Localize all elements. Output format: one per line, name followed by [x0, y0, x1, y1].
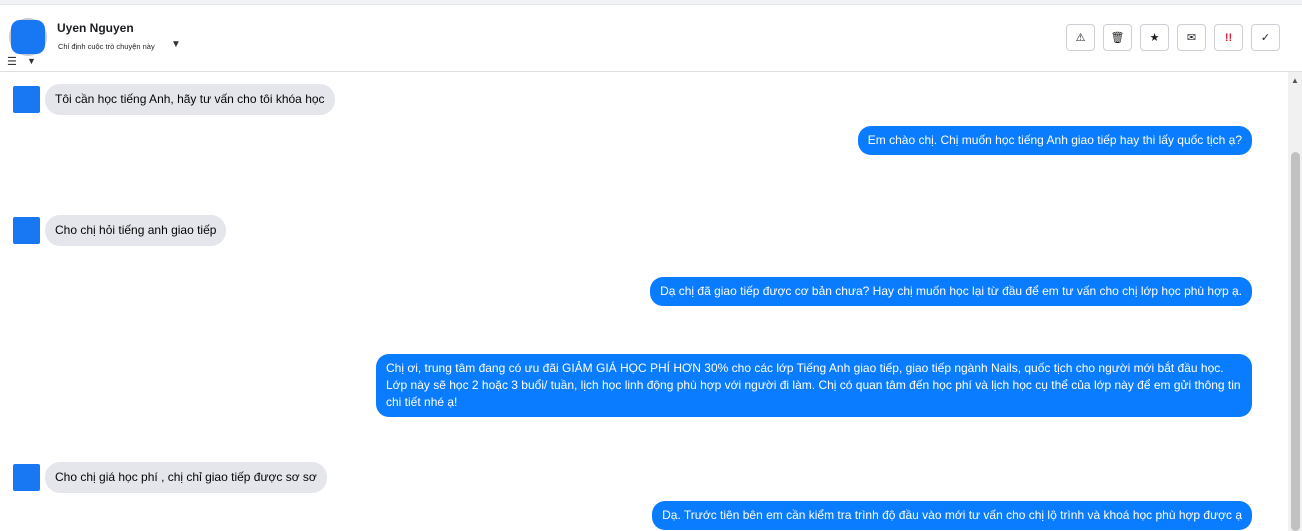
message-bubble-outgoing: Em chào chị. Chị muốn học tiếng Anh giao… [857, 126, 1252, 155]
message-bubble-incoming: Tôi cần học tiếng Anh, hãy tư vấn cho tô… [45, 84, 335, 115]
mark-unread-button[interactable]: ✉ [1177, 24, 1206, 51]
scroll-up-arrow-icon[interactable]: ▲ [1291, 76, 1299, 85]
scrollbar-thumb[interactable] [1291, 152, 1300, 531]
spam-icon: !! [1224, 31, 1233, 44]
assign-conversation-label[interactable]: Chỉ định cuộc trò chuyện này [58, 42, 155, 51]
message-bubble-outgoing: Chị ơi, trung tâm đang có ưu đãi GIẢM GI… [376, 354, 1252, 417]
filter-chevron-down-icon[interactable]: ▼ [27, 56, 36, 66]
message-thread: Tôi cần học tiếng Anh, hãy tư vấn cho tô… [0, 72, 1288, 531]
trash-icon: 🗑 [1110, 32, 1125, 44]
contact-name[interactable]: Uyen Nguyen [57, 21, 134, 35]
incoming-message: Tôi cần học tiếng Anh, hãy tư vấn cho tô… [13, 84, 335, 115]
delete-button[interactable]: 🗑 [1103, 24, 1132, 51]
incoming-message: Cho chị giá học phí , chị chỉ giao tiếp … [13, 462, 327, 493]
sender-avatar [13, 464, 40, 491]
message-bubble-incoming: Cho chị giá học phí , chị chỉ giao tiếp … [45, 462, 327, 493]
avatar[interactable] [11, 20, 45, 54]
report-button[interactable]: ⚠ [1066, 24, 1095, 51]
mail-icon: ✉ [1186, 32, 1197, 44]
message-bubble-outgoing: Dạ. Trước tiên bên em cần kiểm tra trình… [652, 501, 1252, 530]
message-bubble-outgoing: Dạ chị đã giao tiếp được cơ bản chưa? Ha… [650, 277, 1252, 306]
check-icon: ✓ [1260, 32, 1271, 44]
warning-icon: ⚠ [1075, 32, 1086, 44]
sender-avatar [13, 86, 40, 113]
chevron-down-icon[interactable]: ▼ [171, 39, 181, 50]
incoming-message: Cho chị hỏi tiếng anh giao tiếp [13, 215, 227, 246]
star-button[interactable]: ★ [1140, 24, 1169, 51]
star-icon: ★ [1149, 32, 1160, 44]
sender-avatar [13, 217, 40, 244]
spam-button[interactable]: !! [1214, 24, 1243, 51]
message-bubble-incoming: Cho chị hỏi tiếng anh giao tiếp [45, 215, 227, 246]
header-actions: ⚠ 🗑 ★ ✉ !! ✓ [1066, 24, 1280, 51]
filter-icon[interactable]: ☰ [7, 55, 17, 68]
conversation-header: Uyen Nguyen Chỉ định cuộc trò chuyện này… [0, 5, 1302, 72]
mark-done-button[interactable]: ✓ [1251, 24, 1280, 51]
